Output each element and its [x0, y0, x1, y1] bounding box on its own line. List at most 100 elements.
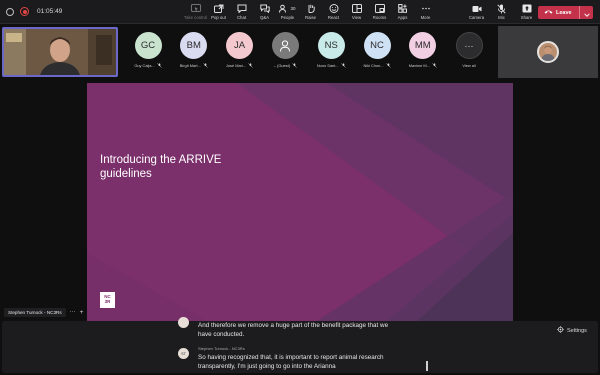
react-icon — [329, 4, 339, 13]
participant-name: Guy Calja... — [134, 63, 155, 68]
chat-icon — [237, 4, 247, 13]
share-icon — [522, 4, 532, 13]
meeting-timer: 01:05:49 — [37, 8, 63, 15]
apps-button[interactable]: Apps — [391, 0, 414, 24]
leave-button[interactable]: Leave — [538, 6, 593, 19]
participant-name-row: Maxime M... — [409, 63, 437, 68]
pinned-participant-tile[interactable] — [498, 26, 598, 78]
more-button[interactable]: More — [414, 0, 437, 24]
live-captions-panel: And therefore we remove a huge part of t… — [2, 317, 598, 373]
leave-options-dropdown[interactable] — [580, 6, 593, 19]
slide-background-shapes — [87, 83, 513, 321]
take-control-label: Take control — [183, 15, 208, 20]
pop-out-icon — [213, 4, 224, 13]
apps-icon — [397, 4, 408, 13]
share-button[interactable]: Share — [514, 0, 539, 24]
qa-label: Q&A — [259, 15, 270, 20]
caption-line: So having recognized that, it is importa… — [198, 354, 384, 361]
person-icon — [280, 39, 291, 52]
camera-button[interactable]: Camera — [464, 0, 489, 24]
participant-tile[interactable]: MM Maxime M... — [401, 32, 445, 80]
take-control-icon — [190, 4, 201, 13]
participant-video-image — [537, 41, 559, 63]
leave-main[interactable]: Leave — [538, 6, 580, 19]
presenter-nametag: Stephen Turnock - NC3Rs ··· + — [4, 306, 83, 318]
avatar: GC — [134, 32, 162, 59]
caption-text-1: And therefore we remove a huge part of t… — [198, 321, 388, 339]
chevron-down-icon — [583, 4, 590, 22]
take-control-button[interactable]: Take control — [184, 0, 207, 24]
qa-icon — [259, 4, 270, 13]
mic-off-icon — [385, 63, 391, 68]
caption-avatar-1 — [178, 317, 189, 328]
participant-tile[interactable]: JA José Marí... — [218, 32, 262, 80]
people-button[interactable]: 30 People — [276, 0, 299, 24]
react-label: React — [327, 15, 340, 20]
nc3rs-logo: NC 3R — [100, 292, 115, 308]
presentation-slide: Introducing the ARRIVE guidelines NC 3R — [87, 83, 513, 321]
apps-label: Apps — [397, 15, 408, 20]
self-video-tile[interactable] — [2, 27, 118, 77]
participant-tile[interactable]: GC Guy Calja... — [126, 32, 170, 80]
view-all-label: View all — [462, 63, 476, 68]
participant-strip: GC Guy Calja... BM Birgit Mart... JA José Mar… — [0, 24, 600, 80]
more-icon — [421, 4, 431, 13]
caption-line: transparently, I'm just going to go into… — [198, 363, 336, 371]
rooms-label: Rooms — [372, 15, 387, 20]
participant-name: Maxime M... — [408, 63, 430, 68]
more-options-icon[interactable]: ··· — [70, 309, 76, 315]
avatar: NS — [317, 32, 345, 59]
mic-off-icon — [432, 63, 437, 68]
caption-text-2: So having recognized that, it is importa… — [198, 353, 384, 371]
phone-hangup-icon — [544, 9, 553, 16]
logo-line2: 3R — [104, 299, 111, 304]
camera-label: Camera — [468, 15, 485, 20]
view-label: View — [351, 15, 362, 20]
chat-button[interactable]: Chat — [230, 0, 253, 24]
more-label: More — [420, 15, 431, 20]
rooms-button[interactable]: Rooms — [368, 0, 391, 24]
react-button[interactable]: React — [322, 0, 345, 24]
participant-tile[interactable]: BM Birgit Mart... — [172, 32, 216, 80]
toolbar-left: 01:05:49 — [0, 7, 180, 16]
avatar: MM — [409, 32, 437, 59]
mic-off-icon — [248, 63, 254, 68]
participant-name-row: Guy Calja... — [134, 63, 162, 68]
participant-tile[interactable]: – (Guest) — [263, 32, 307, 80]
meeting-toolbar: 01:05:49 Take control Pop out Chat Q&A 30 Peo… — [0, 0, 600, 24]
rooms-icon — [374, 4, 385, 13]
participant-name-row: Birgit Mart... — [180, 63, 208, 68]
caption-line: have conducted. — [198, 331, 245, 339]
mic-button[interactable]: Mic — [489, 0, 514, 24]
add-icon[interactable]: + — [80, 309, 84, 316]
participant-name: – (Guest) — [273, 63, 290, 68]
participant-name-row: Nuno Sant... — [317, 63, 346, 68]
mic-off-icon — [203, 63, 208, 68]
pop-out-button[interactable]: Pop out — [207, 0, 230, 24]
self-video-image — [4, 29, 116, 75]
view-button[interactable]: View — [345, 0, 368, 24]
slide-title-line1: Introducing the ARRIVE — [100, 154, 222, 166]
meeting-status-icon[interactable] — [6, 7, 14, 16]
participant-name-row: – (Guest) — [274, 63, 297, 68]
participant-tile[interactable]: NS Nuno Sant... — [309, 32, 353, 80]
recording-icon — [20, 7, 29, 16]
gear-icon — [557, 326, 564, 335]
mic-off-icon — [292, 63, 297, 68]
participant-name: Niki Chon... — [363, 63, 384, 68]
qa-button[interactable]: Q&A — [253, 0, 276, 24]
view-all-button[interactable]: ··· View all — [447, 32, 491, 80]
caption-line: And therefore we remove a huge part of t… — [198, 322, 389, 329]
caption-settings-button[interactable]: Settings — [557, 326, 587, 335]
people-count: 30 — [290, 6, 296, 11]
participant-tile[interactable]: NC Niki Chon... — [355, 32, 399, 80]
leave-label: Leave — [556, 9, 572, 16]
avatar: NC — [363, 32, 391, 59]
share-label: Share — [520, 15, 533, 20]
avatar: JA — [226, 32, 254, 59]
people-label: People — [280, 15, 295, 20]
raise-hand-button[interactable]: Raise — [299, 0, 322, 24]
caption-speaker: Stephen Turnock - NC3Rs — [198, 346, 245, 351]
participant-name: José Marí... — [225, 63, 247, 68]
camera-icon — [472, 4, 482, 13]
